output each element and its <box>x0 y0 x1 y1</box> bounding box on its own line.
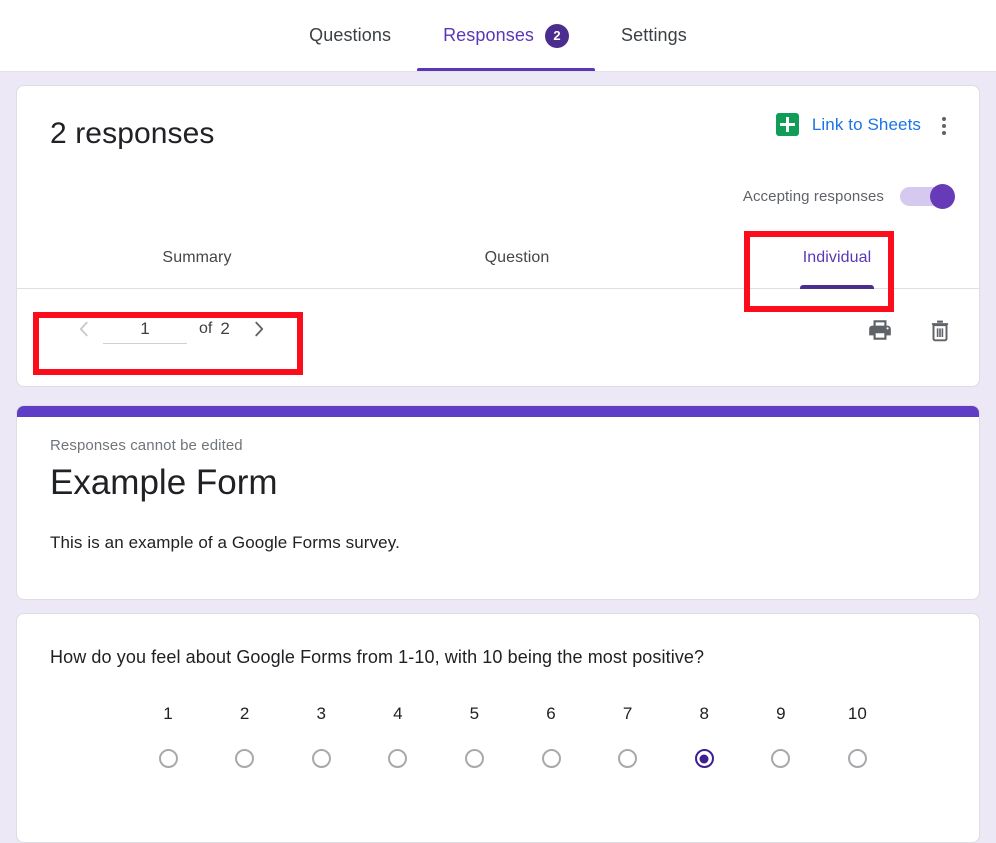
scale-option-label: 1 <box>163 704 173 723</box>
subtab-question[interactable]: Question <box>437 227 597 289</box>
chevron-left-icon[interactable] <box>65 310 103 348</box>
tab-questions-label: Questions <box>309 25 392 45</box>
question-text: How do you feel about Google Forms from … <box>50 647 705 667</box>
scale-radio[interactable] <box>847 749 867 768</box>
link-to-sheets-button[interactable]: Link to Sheets <box>775 113 921 136</box>
trash-icon[interactable] <box>925 315 955 345</box>
form-title: Example Form <box>50 463 278 502</box>
subtab-individual-label: Individual <box>802 249 872 266</box>
form-description: This is an example of a Google Forms sur… <box>50 533 400 552</box>
kebab-dot <box>942 117 946 121</box>
responses-summary-card: 2 responses Link to Sheets Accepting res… <box>16 85 980 387</box>
response-actions <box>865 315 955 345</box>
tab-settings-label: Settings <box>621 25 687 45</box>
scale-option[interactable]: 6 <box>531 704 571 768</box>
scale-option[interactable]: 10 <box>837 704 877 768</box>
scale-radio[interactable] <box>464 749 484 768</box>
tab-settings[interactable]: Settings <box>595 0 713 71</box>
tab-questions[interactable]: Questions <box>283 0 417 71</box>
subtab-question-label: Question <box>484 249 550 266</box>
scale-radio[interactable] <box>158 749 178 768</box>
pagination-of-label: of <box>199 320 213 337</box>
kebab-dot <box>942 131 946 135</box>
scale-option-label: 2 <box>239 704 250 723</box>
google-sheets-icon <box>775 113 799 136</box>
scale-radio[interactable] <box>771 749 791 768</box>
question-card: How do you feel about Google Forms from … <box>16 613 980 843</box>
scale-option-label: 4 <box>393 704 403 723</box>
pagination-control: of 2 <box>65 310 278 348</box>
accepting-responses-control: Accepting responses <box>742 184 955 209</box>
scale-option[interactable]: 9 <box>761 704 801 768</box>
scale-option-label: 9 <box>776 704 786 723</box>
scale-option-label: 5 <box>469 704 480 723</box>
scale-option-label: 3 <box>316 704 326 723</box>
scale-radio[interactable] <box>388 749 408 768</box>
scale-option-label: 6 <box>546 704 556 723</box>
kebab-menu-icon[interactable] <box>934 116 954 136</box>
scale-option-label: 7 <box>622 704 633 723</box>
scale-option[interactable]: 3 <box>301 704 341 768</box>
scale-option[interactable]: 7 <box>608 704 648 768</box>
scale-radio[interactable] <box>541 749 561 768</box>
tab-responses[interactable]: Responses 2 <box>417 0 596 71</box>
print-icon[interactable] <box>865 315 895 345</box>
scale-option[interactable]: 1 <box>148 704 188 768</box>
subtab-summary[interactable]: Summary <box>117 227 277 289</box>
pagination-total-pages: 2 <box>220 319 230 338</box>
scale-option[interactable]: 4 <box>378 704 418 768</box>
subtab-individual[interactable]: Individual <box>757 227 917 289</box>
responses-count-heading: 2 responses <box>50 117 215 150</box>
tab-responses-label: Responses <box>443 25 535 45</box>
scale-radio[interactable] <box>618 749 638 768</box>
chevron-right-icon[interactable] <box>240 310 278 348</box>
scale-radio[interactable] <box>311 749 331 768</box>
response-view-tabs: Summary Question Individual <box>17 227 979 289</box>
scale-radio-selected[interactable] <box>694 749 714 768</box>
scale-option[interactable]: 2 <box>225 704 265 768</box>
form-accent-stripe <box>17 406 979 417</box>
top-tab-list: Questions Responses 2 Settings <box>0 0 996 71</box>
scale-option[interactable]: 5 <box>454 704 494 768</box>
top-tab-bar: Questions Responses 2 Settings <box>0 0 996 72</box>
scale-option[interactable]: 8 <box>684 704 724 768</box>
accepting-responses-toggle[interactable] <box>900 184 955 209</box>
link-to-sheets-label: Link to Sheets <box>811 114 921 134</box>
responses-not-editable-note: Responses cannot be edited <box>50 437 243 454</box>
scale-radio[interactable] <box>235 749 255 768</box>
toggle-thumb <box>930 184 955 209</box>
subtab-summary-label: Summary <box>162 249 232 266</box>
individual-response-pagination-row: of 2 <box>17 290 979 386</box>
linear-scale-options: 1 2 3 4 5 6 7 8 9 10 <box>17 704 979 814</box>
scale-option-label: 8 <box>699 704 709 723</box>
scale-option-label: 10 <box>847 704 867 723</box>
accepting-responses-label: Accepting responses <box>742 188 884 205</box>
subtab-active-underline <box>800 285 874 289</box>
page-number-input[interactable] <box>103 314 187 344</box>
form-header-card: Responses cannot be edited Example Form … <box>16 405 980 600</box>
responses-count-badge: 2 <box>545 23 570 48</box>
kebab-dot <box>942 124 946 128</box>
tab-active-underline <box>417 68 596 71</box>
